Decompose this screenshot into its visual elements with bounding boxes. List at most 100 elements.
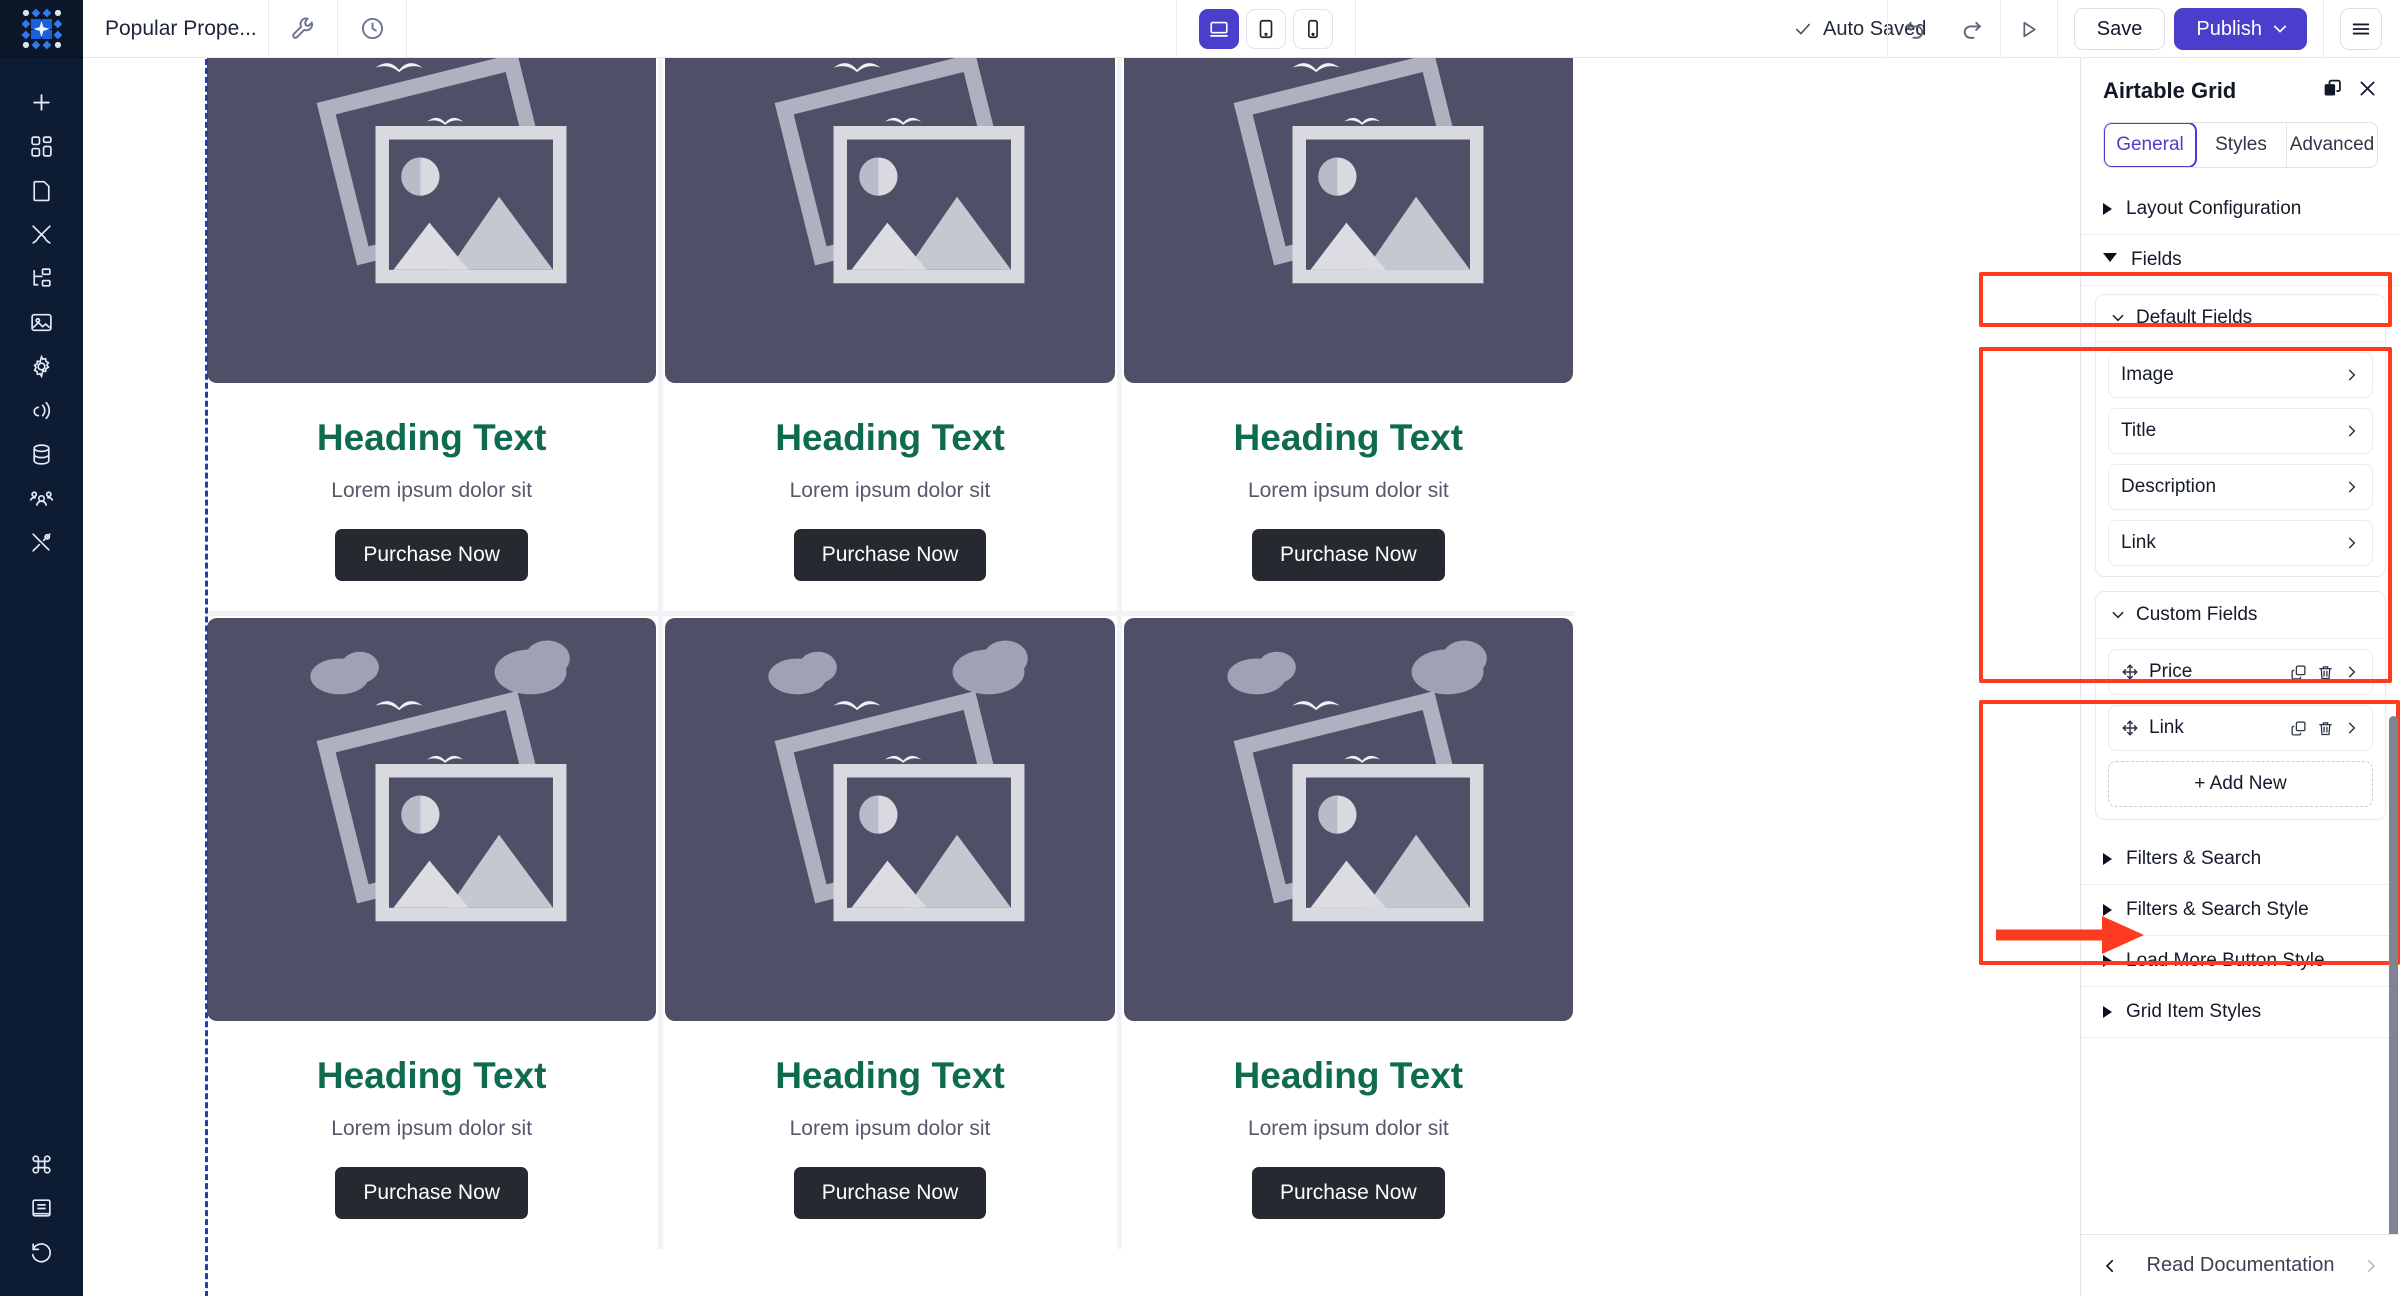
save-button[interactable]: Save <box>2073 8 2166 50</box>
field-row-title[interactable]: Title <box>2108 408 2373 454</box>
tab-styles[interactable]: Styles <box>2196 123 2287 167</box>
card-image-placeholder <box>1123 58 1573 383</box>
chevron-left-icon[interactable] <box>2101 1257 2119 1275</box>
publish-button[interactable]: Publish <box>2174 8 2307 50</box>
chevron-right-icon[interactable] <box>2344 720 2360 736</box>
grid-card[interactable]: Heading Text Lorem ipsum dolor sit Purch… <box>1121 616 1575 1249</box>
section-label: Layout Configuration <box>2126 198 2302 219</box>
add-new-field-button[interactable]: + Add New <box>2108 761 2373 807</box>
card-subtitle: Lorem ipsum dolor sit <box>331 479 533 502</box>
card-image-placeholder <box>207 58 657 383</box>
section-layout-configuration[interactable]: Layout Configuration <box>2081 184 2400 235</box>
viewport-tablet-button[interactable] <box>1246 9 1286 49</box>
viewport-switcher <box>1176 0 1356 58</box>
purchase-now-button[interactable]: Purchase Now <box>1252 529 1445 581</box>
custom-fields-header[interactable]: Custom Fields <box>2096 592 2385 639</box>
chevron-right-icon[interactable] <box>2344 664 2360 680</box>
tab-advanced[interactable]: Advanced <box>2287 123 2377 167</box>
panel-footer: Read Documentation <box>2081 1234 2400 1296</box>
tab-general[interactable]: General <box>2104 123 2197 167</box>
drag-handle-icon[interactable] <box>2121 663 2139 681</box>
selection-guide-line <box>205 58 208 1296</box>
field-row-link[interactable]: Link <box>2108 520 2373 566</box>
redo-icon[interactable] <box>1944 0 2000 58</box>
sidebar-item-widgets[interactable] <box>14 124 70 168</box>
default-fields-header[interactable]: Default Fields <box>2096 295 2385 342</box>
trash-icon[interactable] <box>2317 720 2334 737</box>
triangle-right-icon <box>2103 1006 2112 1018</box>
chevron-down-icon <box>2112 611 2124 619</box>
sidebar-item-history[interactable] <box>14 1230 70 1274</box>
canvas-content: Heading Text Lorem ipsum dolor sit Purch… <box>83 58 2080 1296</box>
sidebar-item-shortcuts[interactable] <box>14 1142 70 1186</box>
close-icon[interactable] <box>2357 78 2378 104</box>
sidebar-item-docs[interactable] <box>14 1186 70 1230</box>
custom-field-row-link[interactable]: Link <box>2108 705 2373 751</box>
triangle-right-icon <box>2103 955 2112 967</box>
sidebar-item-tools[interactable] <box>14 520 70 564</box>
page-title[interactable]: Popular Prope... <box>83 0 269 58</box>
panel-scrollbar[interactable] <box>2389 716 2398 1234</box>
duplicate-icon[interactable] <box>2290 720 2307 737</box>
purchase-now-button[interactable]: Purchase Now <box>335 1167 528 1219</box>
field-row-image[interactable]: Image <box>2108 352 2373 398</box>
airtable-grid-widget[interactable]: Heading Text Lorem ipsum dolor sit Purch… <box>205 58 1575 1249</box>
publish-label: Publish <box>2196 17 2262 40</box>
chevron-down-icon <box>2112 314 2124 322</box>
image-placeholder-icon <box>1233 58 1484 284</box>
purchase-now-button[interactable]: Purchase Now <box>335 529 528 581</box>
card-image-placeholder <box>207 618 657 1021</box>
divider <box>2323 0 2324 58</box>
field-row-description[interactable]: Description <box>2108 464 2373 510</box>
sidebar-item-pages[interactable] <box>14 168 70 212</box>
default-fields-card: Default Fields Image Title Description L… <box>2095 294 2386 577</box>
section-grid-item-styles[interactable]: Grid Item Styles <box>2081 987 2400 1038</box>
chevron-right-icon[interactable] <box>2362 1257 2380 1275</box>
triangle-down-icon <box>2103 252 2117 268</box>
sidebar-item-media[interactable] <box>14 300 70 344</box>
custom-field-row-price[interactable]: Price <box>2108 649 2373 695</box>
sidebar-item-data[interactable] <box>14 432 70 476</box>
sidebar-item-layers[interactable] <box>14 256 70 300</box>
sidebar-item-design[interactable] <box>14 212 70 256</box>
purchase-now-button[interactable]: Purchase Now <box>793 529 987 581</box>
card-subtitle: Lorem ipsum dolor sit <box>789 1117 991 1140</box>
section-load-more-button-style[interactable]: Load More Button Style <box>2081 936 2400 987</box>
sidebar-item-publish[interactable] <box>14 388 70 432</box>
grid-card[interactable]: Heading Text Lorem ipsum dolor sit Purch… <box>205 616 659 1249</box>
purchase-now-button[interactable]: Purchase Now <box>793 1167 987 1219</box>
card-heading: Heading Text <box>1233 417 1464 458</box>
section-filters-search[interactable]: Filters & Search <box>2081 834 2400 885</box>
chevron-right-icon <box>2348 425 2356 437</box>
sidebar-item-add[interactable] <box>14 80 70 124</box>
sidebar-item-team[interactable] <box>14 476 70 520</box>
grid-card[interactable]: Heading Text Lorem ipsum dolor sit Purch… <box>205 58 659 611</box>
sidebar-item-settings[interactable] <box>14 344 70 388</box>
purchase-now-button[interactable]: Purchase Now <box>1252 1167 1445 1219</box>
section-filters-search-style[interactable]: Filters & Search Style <box>2081 885 2400 936</box>
undo-icon[interactable] <box>1888 0 1944 58</box>
app-logo[interactable] <box>0 0 83 58</box>
wrench-icon[interactable] <box>269 0 338 58</box>
trash-icon[interactable] <box>2317 664 2334 681</box>
clock-icon[interactable] <box>338 0 407 58</box>
chevron-down-icon <box>2273 25 2287 33</box>
image-placeholder-icon <box>1227 640 1487 922</box>
duplicate-icon[interactable] <box>2290 664 2307 681</box>
detach-icon[interactable] <box>2322 78 2343 104</box>
check-icon <box>1795 23 1811 35</box>
image-placeholder-icon <box>774 58 1025 284</box>
grid-card[interactable]: Heading Text Lorem ipsum dolor sit Purch… <box>663 58 1117 611</box>
hamburger-menu-button[interactable] <box>2340 8 2382 50</box>
image-placeholder-icon <box>316 58 567 284</box>
drag-handle-icon[interactable] <box>2121 719 2139 737</box>
viewport-desktop-button[interactable] <box>1199 9 1239 49</box>
preview-play-icon[interactable] <box>2001 0 2057 58</box>
grid-card[interactable]: Heading Text Lorem ipsum dolor sit Purch… <box>1121 58 1575 611</box>
grid-card[interactable]: Heading Text Lorem ipsum dolor sit Purch… <box>663 616 1117 1249</box>
read-documentation-link[interactable]: Read Documentation <box>2119 1254 2362 1277</box>
toolbar-right-group: Save Publish <box>1886 0 2400 58</box>
section-fields[interactable]: Fields <box>2081 235 2400 286</box>
card-heading: Heading Text <box>1233 1055 1464 1096</box>
viewport-mobile-button[interactable] <box>1293 9 1333 49</box>
